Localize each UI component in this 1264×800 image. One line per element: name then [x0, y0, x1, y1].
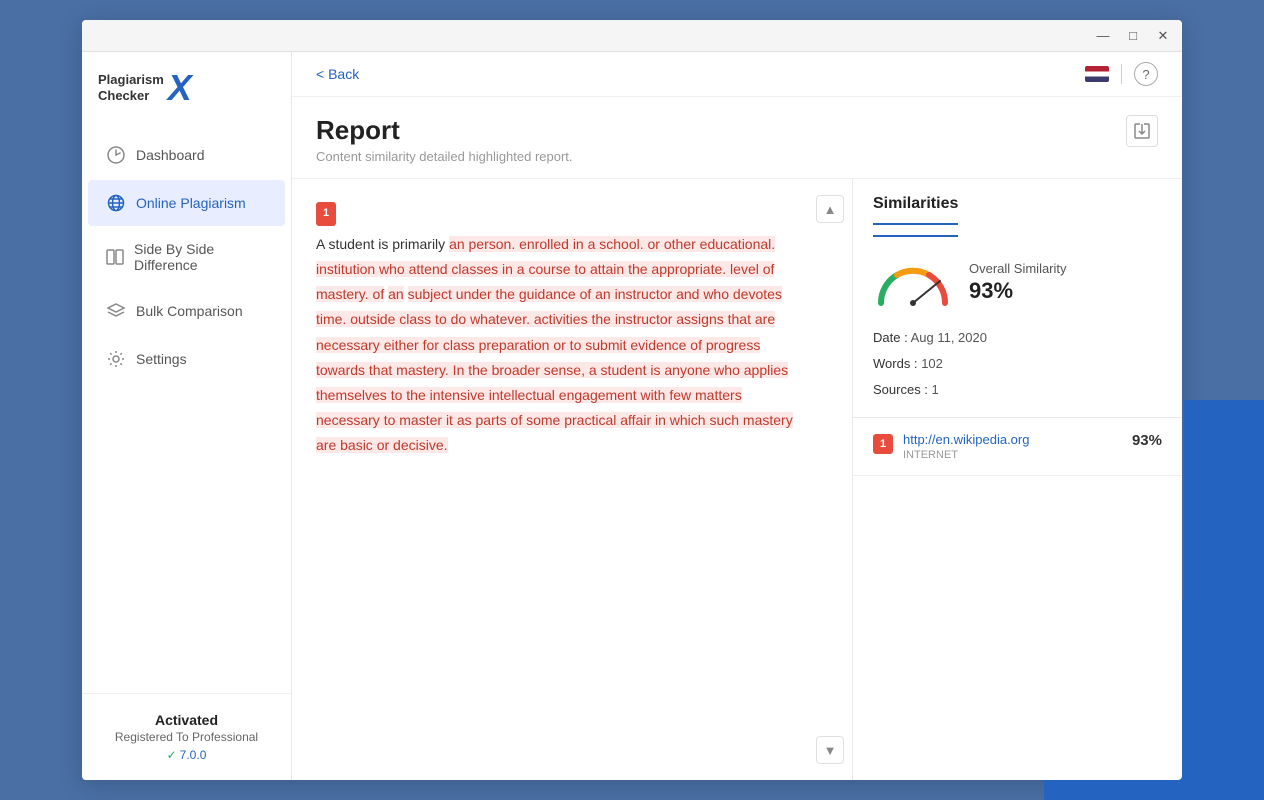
gear-icon: [106, 349, 126, 369]
words-label: Words :: [873, 356, 918, 371]
sources-label: Sources :: [873, 382, 928, 397]
sidebar-item-settings[interactable]: Settings: [88, 336, 285, 382]
sources-value: 1: [932, 382, 939, 397]
highlighted-are: are basic or decisive.: [316, 437, 448, 453]
maximize-button[interactable]: □: [1122, 25, 1144, 47]
overall-similarity-info: Overall Similarity 93%: [969, 261, 1067, 304]
highlighted-attend: attend: [409, 261, 448, 277]
sidebar-label-settings: Settings: [136, 351, 187, 367]
export-button[interactable]: [1126, 115, 1158, 147]
sidebar-label-bulk-comparison: Bulk Comparison: [136, 303, 243, 319]
checkmark-icon: ✓: [167, 748, 177, 762]
text-panel: ▲ 1 A student is primarily an person. en…: [292, 179, 852, 780]
version-label: ✓ 7.0.0: [100, 748, 273, 762]
titlebar: — □ ✕: [82, 20, 1182, 52]
similarities-header: Similarities: [873, 195, 958, 225]
scroll-up-button[interactable]: ▲: [816, 195, 844, 223]
close-button[interactable]: ✕: [1152, 25, 1174, 47]
columns-icon: [106, 247, 124, 267]
activated-label: Activated: [100, 712, 273, 728]
sidebar-item-online-plagiarism[interactable]: Online Plagiarism: [88, 180, 285, 226]
similarities-header-wrap: Similarities: [853, 179, 1182, 237]
sidebar-item-dashboard[interactable]: Dashboard: [88, 132, 285, 178]
source-info: http://en.wikipedia.org INTERNET: [903, 432, 1122, 461]
registered-label: Registered To Professional: [100, 730, 273, 744]
help-button[interactable]: ?: [1134, 62, 1158, 86]
sidebar-label-side-by-side: Side By Side Difference: [134, 241, 267, 273]
logo-line2: Checker: [98, 88, 164, 104]
report-body: ▲ 1 A student is primarily an person. en…: [292, 179, 1182, 780]
sidebar-label-dashboard: Dashboard: [136, 147, 205, 163]
meta-info: Date : Aug 11, 2020 Words : 102 Sources …: [853, 317, 1182, 418]
sources-info: Sources : 1: [873, 377, 1162, 403]
words-value: 102: [921, 356, 943, 371]
text-content: 1 A student is primarily an person. enro…: [292, 179, 852, 780]
topbar: < Back ?: [292, 52, 1182, 97]
page-subtitle: Content similarity detailed highlighted …: [316, 149, 573, 164]
page-title: Report: [316, 115, 573, 146]
topbar-icons: ?: [1085, 62, 1158, 86]
date-value: Aug 11, 2020: [911, 330, 987, 345]
highlighted-block2: subject under the guidance of an instruc…: [316, 286, 793, 453]
words-info: Words : 102: [873, 351, 1162, 377]
source-badge: 1: [316, 202, 336, 226]
overall-percent: 93%: [969, 278, 1067, 304]
main-content: < Back ? Report Content similarity detai…: [292, 52, 1182, 780]
source-url: http://en.wikipedia.org: [903, 432, 1122, 447]
highlighted-parts: parts: [476, 412, 507, 428]
gauge-section: Overall Similarity 93%: [853, 237, 1182, 317]
page-header: Report Content similarity detailed highl…: [292, 97, 1182, 179]
dashboard-icon: [106, 145, 126, 165]
topbar-divider: [1121, 64, 1122, 84]
report-paragraph: A student is primarily an person. enroll…: [316, 232, 802, 459]
source-percent: 93%: [1132, 432, 1162, 449]
sidebar-nav: Dashboard Online Plagiarism: [82, 130, 291, 693]
globe-icon: [106, 193, 126, 213]
sidebar-item-bulk-comparison[interactable]: Bulk Comparison: [88, 288, 285, 334]
overall-label: Overall Similarity: [969, 261, 1067, 276]
logo-x: X: [168, 70, 192, 106]
source-number: 1: [873, 434, 893, 454]
highlighted-few: few: [669, 387, 691, 403]
source-item[interactable]: 1 http://en.wikipedia.org INTERNET 93%: [853, 418, 1182, 476]
logo: Plagiarism Checker X: [82, 52, 291, 130]
source-type: INTERNET: [903, 449, 1122, 461]
back-link[interactable]: < Back: [316, 66, 359, 82]
similarities-panel: Similarities: [852, 179, 1182, 780]
minimize-button[interactable]: —: [1092, 25, 1114, 47]
highlighted-an: an: [388, 286, 404, 302]
highlighted-matters: matters: [695, 387, 742, 403]
scroll-down-button[interactable]: ▼: [816, 736, 844, 764]
sidebar-label-online-plagiarism: Online Plagiarism: [136, 195, 246, 211]
sidebar-footer: Activated Registered To Professional ✓ 7…: [82, 693, 291, 780]
layers-icon: [106, 301, 126, 321]
language-flag-icon[interactable]: [1085, 66, 1109, 82]
sidebar: Plagiarism Checker X: [82, 52, 292, 780]
date-label: Date :: [873, 330, 908, 345]
logo-line1: Plagiarism: [98, 72, 164, 88]
date-info: Date : Aug 11, 2020: [873, 325, 1162, 351]
gauge: [873, 257, 953, 307]
sidebar-item-side-by-side[interactable]: Side By Side Difference: [88, 228, 285, 286]
